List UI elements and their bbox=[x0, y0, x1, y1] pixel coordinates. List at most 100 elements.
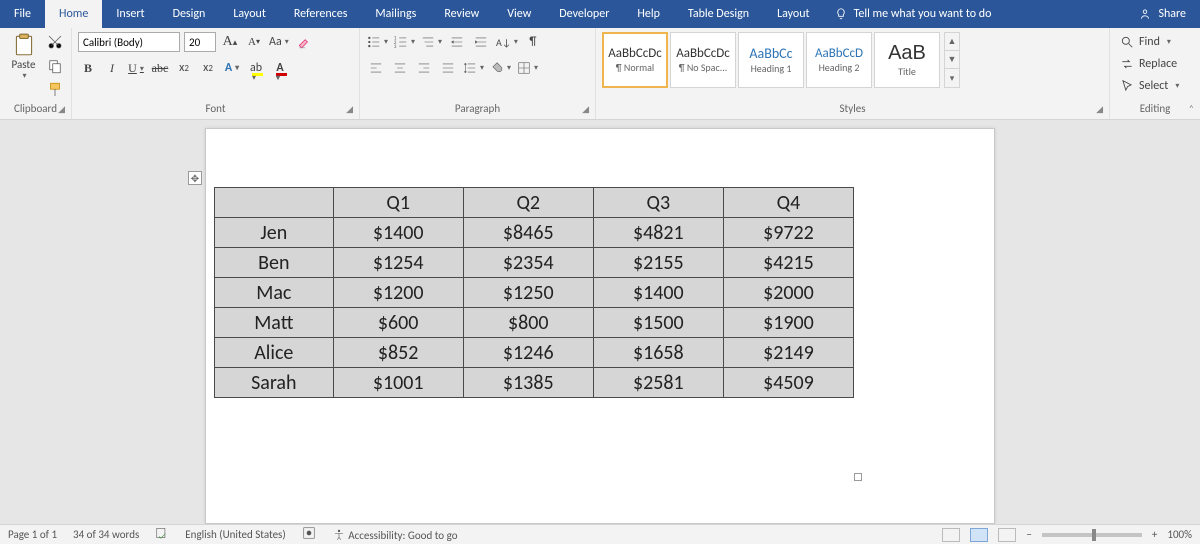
show-marks-button[interactable]: ¶ bbox=[523, 32, 543, 52]
spellcheck-icon[interactable] bbox=[155, 526, 169, 543]
cell[interactable]: $1200 bbox=[333, 278, 463, 308]
bold-button[interactable]: B bbox=[78, 58, 98, 78]
word-count[interactable]: 34 of 34 words bbox=[73, 528, 139, 541]
cell[interactable]: $1250 bbox=[463, 278, 593, 308]
row-name[interactable]: Sarah bbox=[215, 368, 334, 398]
font-size-input[interactable] bbox=[184, 32, 216, 52]
strikethrough-button[interactable]: abc bbox=[150, 58, 170, 78]
tab-view[interactable]: View bbox=[493, 0, 545, 28]
tab-layout[interactable]: Layout bbox=[219, 0, 280, 28]
format-painter-button[interactable] bbox=[45, 80, 65, 100]
cell[interactable]: $2354 bbox=[463, 248, 593, 278]
style--no-spac-[interactable]: AaBbCcDc¶ No Spac... bbox=[670, 32, 736, 88]
subscript-button[interactable]: x2 bbox=[174, 58, 194, 78]
cell[interactable]: $1658 bbox=[593, 338, 723, 368]
table-row[interactable]: Matt$600$800$1500$1900 bbox=[215, 308, 854, 338]
accessibility-status[interactable]: Accessibility: Good to go bbox=[332, 528, 458, 542]
cell[interactable]: $1400 bbox=[593, 278, 723, 308]
clear-formatting-button[interactable] bbox=[294, 32, 314, 52]
table-row[interactable]: Jen$1400$8465$4821$9722 bbox=[215, 218, 854, 248]
align-right-button[interactable] bbox=[414, 58, 434, 78]
cell[interactable]: $9722 bbox=[723, 218, 853, 248]
cut-button[interactable] bbox=[45, 32, 65, 52]
paste-button[interactable]: Paste ▾ bbox=[6, 32, 41, 81]
styles-scroll[interactable]: ▲▼▾ bbox=[944, 32, 960, 88]
tab-layout[interactable]: Layout bbox=[763, 0, 824, 28]
tab-table-design[interactable]: Table Design bbox=[674, 0, 763, 28]
decrease-font-button[interactable]: A▾ bbox=[244, 32, 264, 52]
cell[interactable]: $4509 bbox=[723, 368, 853, 398]
read-mode-button[interactable] bbox=[942, 528, 960, 542]
font-name-input[interactable] bbox=[78, 32, 180, 52]
col-header[interactable]: Q3 bbox=[593, 188, 723, 218]
cell[interactable]: $2581 bbox=[593, 368, 723, 398]
table-row[interactable]: Sarah$1001$1385$2581$4509 bbox=[215, 368, 854, 398]
decrease-indent-button[interactable] bbox=[447, 32, 467, 52]
cell[interactable]: $852 bbox=[333, 338, 463, 368]
row-name[interactable]: Jen bbox=[215, 218, 334, 248]
table-resize-handle-icon[interactable] bbox=[854, 473, 862, 481]
copy-button[interactable] bbox=[45, 56, 65, 76]
blank-header[interactable] bbox=[215, 188, 334, 218]
justify-button[interactable] bbox=[438, 58, 458, 78]
zoom-out-button[interactable]: − bbox=[1026, 528, 1031, 541]
line-spacing-button[interactable] bbox=[462, 58, 485, 78]
dialog-launcher-icon[interactable]: ◢ bbox=[58, 104, 65, 115]
numbering-button[interactable]: 123 bbox=[393, 32, 416, 52]
cell[interactable]: $1385 bbox=[463, 368, 593, 398]
dialog-launcher-icon[interactable]: ◢ bbox=[346, 104, 353, 115]
cell[interactable]: $600 bbox=[333, 308, 463, 338]
sort-button[interactable]: A↓ bbox=[495, 32, 519, 52]
cell[interactable]: $1900 bbox=[723, 308, 853, 338]
tab-design[interactable]: Design bbox=[159, 0, 220, 28]
style-title[interactable]: AaBTitle bbox=[874, 32, 940, 88]
language-status[interactable]: English (United States) bbox=[185, 528, 285, 541]
tab-mailings[interactable]: Mailings bbox=[361, 0, 430, 28]
text-effects-button[interactable]: A bbox=[222, 58, 242, 78]
dialog-launcher-icon[interactable]: ◢ bbox=[1096, 104, 1103, 115]
tab-developer[interactable]: Developer bbox=[545, 0, 623, 28]
change-case-button[interactable]: Aa bbox=[268, 32, 290, 52]
cell[interactable]: $1500 bbox=[593, 308, 723, 338]
share-button[interactable]: Share bbox=[1124, 0, 1200, 28]
col-header[interactable]: Q2 bbox=[463, 188, 593, 218]
find-button[interactable]: Find▾ bbox=[1116, 32, 1183, 52]
col-header[interactable]: Q1 bbox=[333, 188, 463, 218]
zoom-level[interactable]: 100% bbox=[1167, 528, 1192, 541]
dialog-launcher-icon[interactable]: ◢ bbox=[582, 104, 589, 115]
select-button[interactable]: Select▾ bbox=[1116, 76, 1183, 96]
cell[interactable]: $8465 bbox=[463, 218, 593, 248]
cell[interactable]: $1246 bbox=[463, 338, 593, 368]
data-table[interactable]: Q1Q2Q3Q4Jen$1400$8465$4821$9722Ben$1254$… bbox=[214, 187, 854, 398]
superscript-button[interactable]: x2 bbox=[198, 58, 218, 78]
row-name[interactable]: Matt bbox=[215, 308, 334, 338]
font-color-button[interactable]: A bbox=[270, 58, 290, 78]
row-name[interactable]: Mac bbox=[215, 278, 334, 308]
style--normal[interactable]: AaBbCcDc¶ Normal bbox=[602, 32, 668, 88]
row-name[interactable]: Alice bbox=[215, 338, 334, 368]
cell[interactable]: $800 bbox=[463, 308, 593, 338]
macro-icon[interactable] bbox=[302, 526, 316, 543]
increase-indent-button[interactable] bbox=[471, 32, 491, 52]
cell[interactable]: $4821 bbox=[593, 218, 723, 248]
align-left-button[interactable] bbox=[366, 58, 386, 78]
web-layout-button[interactable] bbox=[998, 528, 1016, 542]
zoom-slider[interactable] bbox=[1042, 533, 1142, 537]
underline-button[interactable]: U bbox=[126, 58, 146, 78]
table-row[interactable]: Alice$852$1246$1658$2149 bbox=[215, 338, 854, 368]
tab-help[interactable]: Help bbox=[623, 0, 674, 28]
increase-font-button[interactable]: A▴ bbox=[220, 32, 240, 52]
cell[interactable]: $2000 bbox=[723, 278, 853, 308]
row-name[interactable]: Ben bbox=[215, 248, 334, 278]
style-heading-2[interactable]: AaBbCcDHeading 2 bbox=[806, 32, 872, 88]
italic-button[interactable]: I bbox=[102, 58, 122, 78]
tab-insert[interactable]: Insert bbox=[102, 0, 158, 28]
cell[interactable]: $1254 bbox=[333, 248, 463, 278]
replace-button[interactable]: Replace bbox=[1116, 54, 1183, 74]
collapse-ribbon-button[interactable]: ˄ bbox=[1189, 102, 1194, 115]
bullets-button[interactable] bbox=[366, 32, 389, 52]
print-layout-button[interactable] bbox=[970, 528, 988, 542]
style-heading-1[interactable]: AaBbCcHeading 1 bbox=[738, 32, 804, 88]
table-row[interactable]: Mac$1200$1250$1400$2000 bbox=[215, 278, 854, 308]
shading-button[interactable] bbox=[489, 58, 512, 78]
